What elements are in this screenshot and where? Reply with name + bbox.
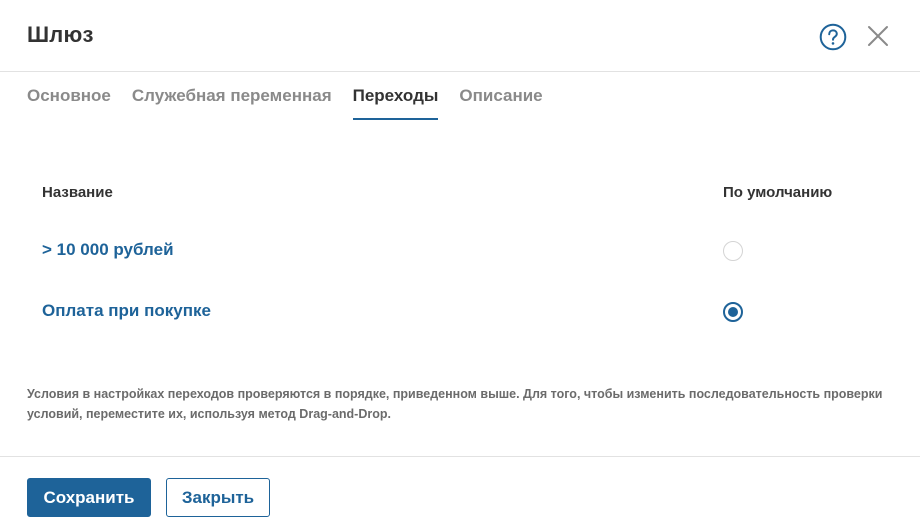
column-header-default: По умолчанию — [723, 184, 833, 201]
tab-description[interactable]: Описание — [459, 86, 542, 120]
tab-general[interactable]: Основное — [27, 86, 111, 120]
default-radio[interactable] — [723, 302, 743, 322]
help-button[interactable] — [819, 23, 847, 51]
tab-bar: Основное Служебная переменная Переходы О… — [27, 86, 564, 120]
tab-service-variable[interactable]: Служебная переменная — [132, 86, 332, 120]
transition-link[interactable]: Оплата при покупке — [42, 301, 211, 321]
default-radio[interactable] — [723, 241, 743, 261]
close-icon — [868, 26, 888, 46]
order-hint-text: Условия в настройках переходов проверяют… — [27, 387, 883, 421]
close-button[interactable]: Закрыть — [166, 478, 270, 517]
dialog-footer: Сохранить Закрыть — [0, 456, 920, 532]
close-dialog-button[interactable] — [866, 24, 890, 48]
transition-row[interactable]: Оплата при покупке — [42, 297, 852, 327]
tab-transitions[interactable]: Переходы — [352, 86, 438, 120]
dialog-title: Шлюз — [27, 22, 94, 47]
dialog-header: Шлюз — [0, 0, 920, 72]
column-header-name: Название — [42, 184, 113, 201]
transition-link[interactable]: > 10 000 рублей — [42, 240, 174, 260]
transition-row[interactable]: > 10 000 рублей — [42, 236, 852, 266]
help-circle-icon — [819, 23, 847, 51]
gateway-dialog: Шлюз Основное Служебная переменная Перех… — [0, 0, 920, 532]
save-button[interactable]: Сохранить — [27, 478, 151, 517]
